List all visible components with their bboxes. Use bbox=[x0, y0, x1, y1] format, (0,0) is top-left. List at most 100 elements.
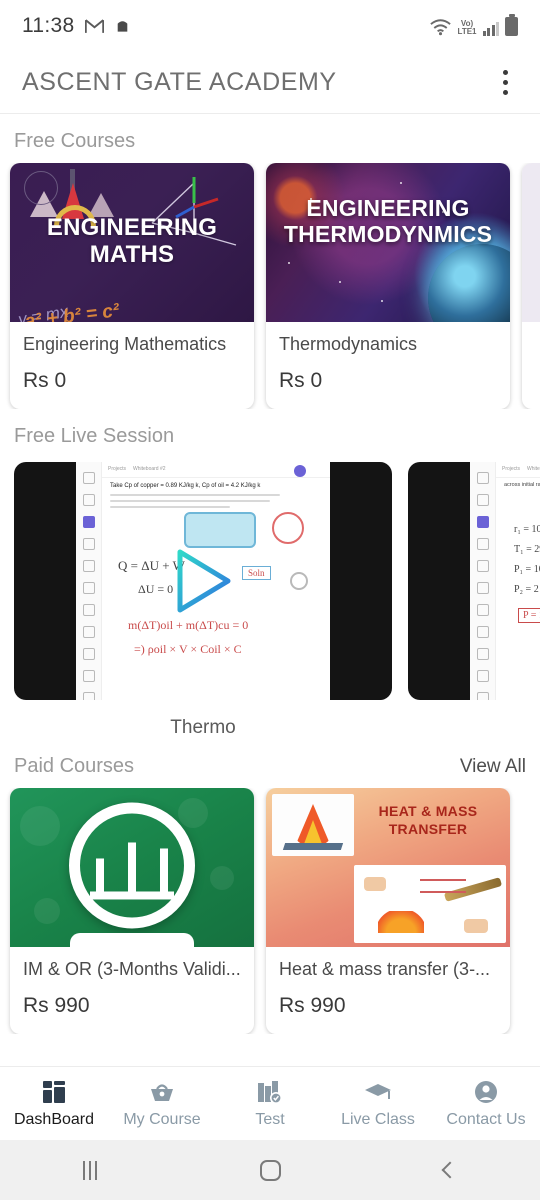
course-name: Engineering Mathematics bbox=[23, 334, 227, 354]
handwritten-equation-2: T₁ = 298 K bbox=[514, 544, 540, 555]
back-button[interactable] bbox=[360, 1161, 540, 1179]
person-icon bbox=[474, 1079, 498, 1105]
course-card-thermodynamics[interactable]: ENGINEERING THERMODYNMICS Thermodynamics… bbox=[266, 163, 510, 409]
video-thumbnail[interactable]: Projects Whiteboard #2 Take Cp of copper… bbox=[14, 462, 392, 700]
fire-icon bbox=[272, 794, 354, 856]
nav-item-my-course[interactable]: My Course bbox=[108, 1079, 216, 1129]
whiteboard-title: Whiteboard #2 bbox=[133, 466, 166, 472]
section-header-free-live-session: Free Live Session bbox=[0, 409, 540, 458]
course-name: IM & OR (3-Months Validi... bbox=[23, 959, 241, 979]
zoom-watermark: zoom bbox=[255, 664, 315, 691]
bar-chart-icon bbox=[90, 839, 174, 901]
signal-icon bbox=[482, 21, 499, 36]
course-name: Thermodynamics bbox=[279, 334, 418, 354]
page-title: ASCENT GATE ACADEMY bbox=[22, 68, 337, 96]
whiteboard-topbar: Projects Whiteboard #3 bbox=[496, 462, 540, 478]
section-header-free-courses: Free Courses bbox=[0, 114, 540, 163]
handwritten-equation-1: r₁ = 10 bbox=[514, 524, 540, 535]
handwritten-equation-4: =) ρoil × V × Coil × C bbox=[134, 642, 242, 656]
diagram-circle bbox=[272, 512, 304, 544]
whiteboard-back-label: Projects bbox=[108, 466, 127, 472]
course-price: Rs 990 bbox=[279, 994, 346, 1017]
banner-title: ENGINEERING MATHS bbox=[46, 214, 218, 268]
course-card-body: Thermodynamics Rs 0 bbox=[266, 322, 510, 409]
course-card-body: Heat & mass transfer (3-... Rs 990 bbox=[266, 947, 510, 1034]
course-card-im-and-or[interactable]: IM & OR (3-Months Validi... Rs 990 bbox=[10, 788, 254, 1034]
status-bar: 11:38 Vo) LTE1 bbox=[0, 0, 540, 52]
course-banner bbox=[10, 788, 254, 947]
nav-label: DashBoard bbox=[13, 1110, 95, 1128]
whiteboard-toolbar[interactable] bbox=[76, 462, 102, 700]
section-title: Free Courses bbox=[14, 130, 136, 152]
live-session-caption bbox=[408, 700, 540, 717]
nav-label: Test bbox=[255, 1110, 285, 1128]
nav-label: My Course bbox=[123, 1110, 201, 1128]
kebab-menu-icon[interactable] bbox=[492, 65, 518, 101]
whiteboard-back-label: Projects bbox=[502, 466, 521, 472]
banner-title: HEAT & MASS TRANSFER bbox=[378, 803, 478, 838]
home-button[interactable] bbox=[180, 1159, 360, 1181]
section-title: Free Live Session bbox=[14, 425, 175, 447]
app-notification-icon bbox=[117, 21, 127, 32]
course-banner bbox=[522, 163, 540, 322]
whiteboard-question-text: Take Cp of copper = 0.89 KJ/kg k, Cp of … bbox=[110, 482, 324, 508]
course-price: Rs 0 bbox=[23, 369, 67, 392]
nav-item-live-class[interactable]: Live Class bbox=[324, 1079, 432, 1129]
live-session-rail[interactable]: Projects Whiteboard #2 Take Cp of copper… bbox=[0, 458, 540, 739]
basket-icon bbox=[149, 1079, 175, 1105]
dashboard-grid-icon bbox=[42, 1079, 66, 1105]
whiteboard-question-text: across initial range bbox=[504, 482, 540, 488]
books-check-icon bbox=[257, 1079, 283, 1105]
bottom-navigation: DashBoard My Course Test Live Class Cont… bbox=[0, 1066, 540, 1140]
handwritten-equation-3: m(ΔT)oil + m(ΔT)cu = 0 bbox=[128, 618, 249, 632]
course-banner: HEAT & MASS TRANSFER bbox=[266, 788, 510, 947]
whiteboard-title: Whiteboard #3 bbox=[527, 466, 540, 472]
scroll-content[interactable]: Free Courses ENGINEERING MATHS y = mx a²… bbox=[0, 114, 540, 1114]
battery-icon bbox=[505, 13, 518, 36]
course-card-engineering-mathematics[interactable]: ENGINEERING MATHS y = mx a² + b² = c² En… bbox=[10, 163, 254, 409]
course-name: Heat & mass transfer (3-... bbox=[279, 959, 491, 979]
section-title: Paid Courses bbox=[14, 755, 135, 777]
android-system-nav bbox=[0, 1140, 540, 1200]
status-bar-right: Vo) LTE1 bbox=[429, 13, 518, 36]
nav-label: Contact Us bbox=[446, 1110, 526, 1128]
nav-item-contact-us[interactable]: Contact Us bbox=[432, 1079, 540, 1129]
app-bar: ASCENT GATE ACADEMY bbox=[0, 52, 540, 114]
course-banner: ENGINEERING MATHS y = mx a² + b² = c² bbox=[10, 163, 254, 322]
view-all-button[interactable]: View All bbox=[460, 756, 526, 778]
course-banner: ENGINEERING THERMODYNMICS bbox=[266, 163, 510, 322]
whiteboard-toolbar[interactable] bbox=[470, 462, 496, 700]
nav-item-test[interactable]: Test bbox=[216, 1079, 324, 1129]
play-button-icon[interactable] bbox=[164, 542, 242, 620]
whiteboard-screen: Projects Whiteboard #3 across initial ra… bbox=[470, 462, 540, 700]
nav-label: Live Class bbox=[341, 1110, 415, 1128]
status-bar-left: 11:38 bbox=[22, 14, 131, 38]
planet-icon bbox=[428, 244, 510, 322]
handwritten-equation-4: P₂ = 2 MPa bbox=[514, 584, 540, 595]
live-session-caption: Thermo bbox=[170, 717, 236, 738]
paid-courses-rail[interactable]: IM & OR (3-Months Validi... Rs 990 HEAT … bbox=[0, 788, 540, 1034]
handwritten-label: P = 1 bbox=[518, 608, 540, 623]
handwritten-equation-3: P₁ = 100 kPa bbox=[514, 564, 540, 575]
status-time: 11:38 bbox=[22, 14, 75, 37]
gmail-icon bbox=[84, 18, 104, 33]
course-price: Rs 0 bbox=[279, 369, 323, 392]
section-header-paid-courses: Paid Courses View All bbox=[0, 739, 540, 788]
recents-button[interactable] bbox=[0, 1160, 180, 1180]
handwritten-label: Soln bbox=[242, 566, 271, 580]
heat-transfer-diagram bbox=[354, 865, 506, 943]
wifi-icon bbox=[429, 18, 451, 35]
globe-icon bbox=[290, 572, 308, 590]
banner-title: ENGINEERING THERMODYNMICS bbox=[283, 195, 493, 248]
course-card-heat-mass-transfer[interactable]: HEAT & MASS TRANSFER Heat & mass transfe… bbox=[266, 788, 510, 1034]
video-thumbnail[interactable]: Projects Whiteboard #3 across initial ra… bbox=[408, 462, 540, 700]
live-session-card-thermo[interactable]: Projects Whiteboard #2 Take Cp of copper… bbox=[14, 462, 392, 739]
free-courses-rail[interactable]: ENGINEERING MATHS y = mx a² + b² = c² En… bbox=[0, 163, 540, 409]
course-card-body bbox=[522, 322, 540, 350]
nav-item-dashboard[interactable]: DashBoard bbox=[0, 1079, 108, 1129]
live-session-card-next-preview[interactable]: Projects Whiteboard #3 across initial ra… bbox=[408, 462, 540, 739]
graduation-cap-icon bbox=[364, 1079, 392, 1105]
course-card-next-preview[interactable] bbox=[522, 163, 540, 409]
app-screen: 11:38 Vo) LTE1 ASCENT GATE ACADEMY Free … bbox=[0, 0, 540, 1200]
course-card-body: Engineering Mathematics Rs 0 bbox=[10, 322, 254, 409]
